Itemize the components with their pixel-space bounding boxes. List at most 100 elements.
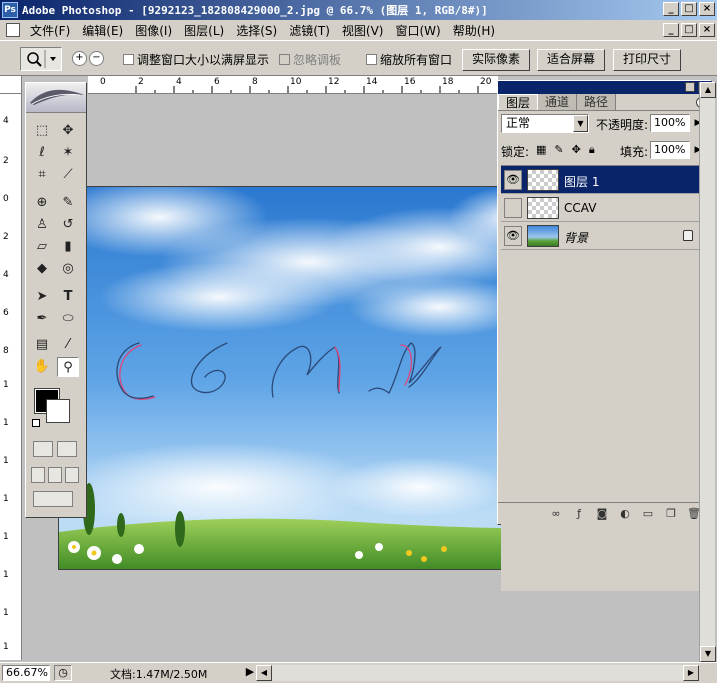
lock-position-icon[interactable]: ✥ [572,143,581,157]
gradient-tool-icon[interactable]: ▮ [57,237,79,257]
add-mask-icon[interactable]: ◙ [595,507,609,520]
scroll-right-icon[interactable]: ▶ [683,665,699,681]
doc-minimize-button[interactable]: _ [663,23,679,37]
new-layer-icon[interactable]: ❐ [664,507,678,520]
horizontal-ruler[interactable]: 0 2 4 6 8 10 12 14 16 18 20 [88,76,498,94]
crop-tool-icon[interactable]: ⌗ [31,165,53,185]
standard-mode-button[interactable] [33,441,53,457]
eye-icon[interactable]: 👁︎ [504,226,522,246]
status-info-menu-icon[interactable]: ◷ [54,665,72,681]
hand-tool-icon[interactable]: ✋ [31,357,53,377]
print-size-button[interactable]: 打印尺寸 [613,49,681,71]
zoom-all-windows-checkbox[interactable] [366,54,377,65]
status-menu-arrow-icon[interactable]: ▶ [244,665,256,681]
blend-mode-select[interactable]: 正常 ▼ [501,114,589,133]
lock-pixels-icon[interactable]: ✎ [554,143,563,157]
feather-logo-icon [30,89,84,105]
eye-icon[interactable]: 👁︎ [504,170,522,190]
dodge-tool-icon[interactable]: ◎ [57,259,79,279]
menu-file[interactable]: 文件(F) [24,22,76,39]
status-bar: 66.67% ◷ 文档:1.47M/2.50M ▶ ◀ ▶ [0,662,717,683]
menu-image[interactable]: 图像(I) [129,22,178,39]
opacity-field[interactable]: 100% [650,114,690,132]
new-group-icon[interactable]: ▭ [641,507,655,520]
minimize-button[interactable]: _ [663,2,679,16]
zoom-tool-icon[interactable]: ⚲ [57,357,79,377]
tab-paths[interactable]: 路径 [577,94,617,110]
type-tool-icon[interactable]: T [57,287,79,307]
scroll-left-icon[interactable]: ◀ [256,665,272,681]
scroll-up-icon[interactable]: ▲ [700,82,716,98]
close-button[interactable]: × [699,2,715,16]
adjustment-layer-icon[interactable]: ◐ [618,507,632,520]
eraser-tool-icon[interactable]: ▱ [31,237,53,257]
panel-title-bar[interactable]: × [498,81,711,94]
maximize-button[interactable]: □ [681,2,697,16]
panel-minimize-button[interactable] [685,82,695,92]
horizontal-scrollbar[interactable]: ◀ ▶ [256,665,699,681]
zoom-all-windows-option[interactable]: 缩放所有窗口 [366,51,452,68]
ruler-tick-label: 1 [3,380,9,390]
eyedropper-tool-icon[interactable]: ⁄ [57,335,79,355]
notes-tool-icon[interactable]: ▤ [31,335,53,355]
tab-channels[interactable]: 通道 [538,94,578,110]
zoom-level-field[interactable]: 66.67% [2,665,50,681]
visibility-toggle-empty[interactable] [504,198,522,218]
document-icon[interactable] [6,23,20,37]
menu-filter[interactable]: 滤镜(T) [283,22,336,39]
layer-style-icon[interactable]: ƒ [572,507,586,520]
layer-thumbnail [527,169,559,191]
vertical-scrollbar[interactable]: ▲ ▼ [699,82,716,662]
path-selection-tool-icon[interactable]: ➤ [31,287,53,307]
full-screen-mode-button[interactable] [65,467,79,483]
doc-restore-button[interactable]: □ [681,23,697,37]
move-tool-icon[interactable]: ✥ [57,121,79,141]
tab-layers[interactable]: 图层 [498,94,539,110]
menu-view[interactable]: 视图(V) [336,22,390,39]
brush-tool-icon[interactable]: ✎ [57,193,79,213]
menu-window[interactable]: 窗口(W) [389,22,446,39]
menu-help[interactable]: 帮助(H) [447,22,501,39]
marquee-tool-icon[interactable]: ⬚ [31,121,53,141]
healing-brush-tool-icon[interactable]: ⊕ [31,193,53,213]
tool-preset-picker[interactable] [20,47,62,71]
layer-row[interactable]: CCAV [501,194,707,222]
layers-panel: × 图层 通道 路径 ▸ 正常 ▼ 不透明度: 100% ▶ 锁定: ▦ ✎ ✥… [497,80,712,591]
resize-window-option[interactable]: 调整窗口大小以满屏显示 [123,51,269,68]
history-brush-tool-icon[interactable]: ↺ [57,215,79,235]
blur-tool-icon[interactable]: ◆ [31,259,53,279]
layer-row[interactable]: 👁︎ 图层 1 [501,166,707,194]
menu-edit[interactable]: 编辑(E) [76,22,129,39]
layer-row[interactable]: 👁︎ 背景 [501,222,707,250]
default-colors-icon[interactable] [32,419,40,427]
vertical-ruler[interactable]: 4 2 0 2 4 6 8 1 1 1 1 1 1 1 1 [0,94,22,660]
resize-window-checkbox[interactable] [123,54,134,65]
lasso-tool-icon[interactable]: ℓ [31,143,53,163]
jump-to-imageready-button[interactable] [33,491,73,507]
magic-wand-tool-icon[interactable]: ✶ [57,143,79,163]
shape-tool-icon[interactable]: ⬭ [57,309,79,329]
menu-layer[interactable]: 图层(L) [178,22,230,39]
toolbox-header[interactable] [26,83,86,113]
pen-tool-icon[interactable]: ✒ [31,309,53,329]
ruler-tick-label: 4 [176,77,182,87]
actual-pixels-button[interactable]: 实际像素 [462,49,530,71]
doc-close-button[interactable]: × [699,23,715,37]
menu-select[interactable]: 选择(S) [230,22,283,39]
full-screen-menu-mode-button[interactable] [48,467,62,483]
clone-stamp-tool-icon[interactable]: ♙ [31,215,53,235]
zoom-in-icon[interactable]: + [72,51,87,66]
lock-all-icon[interactable]: 🔒︎ [589,143,595,157]
ruler-origin[interactable] [0,76,22,94]
chevron-down-icon[interactable]: ▼ [573,115,588,132]
link-layers-icon[interactable]: ∞ [549,507,563,520]
fill-field[interactable]: 100% [650,141,690,159]
slice-tool-icon[interactable]: ⟋ [57,165,79,185]
fit-screen-button[interactable]: 适合屏幕 [537,49,605,71]
background-color-swatch[interactable] [46,399,70,423]
zoom-out-icon[interactable]: − [89,51,104,66]
scroll-down-icon[interactable]: ▼ [700,646,716,662]
standard-screen-mode-button[interactable] [31,467,45,483]
lock-transparency-icon[interactable]: ▦ [536,143,546,157]
quick-mask-mode-button[interactable] [57,441,77,457]
